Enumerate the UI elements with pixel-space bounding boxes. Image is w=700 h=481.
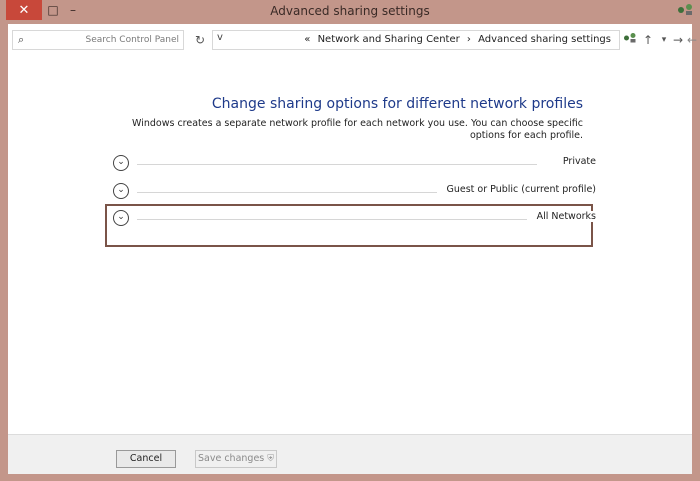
window-title: Advanced sharing settings xyxy=(270,4,430,18)
section-divider xyxy=(137,192,437,193)
expand-chevron-icon[interactable]: ⌄ xyxy=(113,183,129,199)
footer-bar: Cancel Save changes ⛨ xyxy=(8,434,692,474)
network-icon xyxy=(676,3,694,19)
title-bar[interactable]: ✕ □ – Advanced sharing settings xyxy=(0,0,700,24)
breadcrumb-item-network-and-sharing-center[interactable]: Network and Sharing Center xyxy=(318,34,460,45)
page-description: Windows creates a separate network profi… xyxy=(132,118,583,141)
client-area: ⌕ ↻ v « Network and Sharing Center › Adv… xyxy=(8,24,697,474)
search-input[interactable] xyxy=(35,32,179,48)
back-button[interactable]: ← xyxy=(684,32,700,48)
cancel-button[interactable]: Cancel xyxy=(116,450,176,468)
section-label-all-networks[interactable]: All Networks xyxy=(530,211,596,222)
section-divider xyxy=(137,219,527,220)
address-bar[interactable]: v « Network and Sharing Center › Advance… xyxy=(212,30,620,50)
section-guest-public[interactable]: ⌄ Guest or Public (current profile) xyxy=(113,182,596,202)
section-divider xyxy=(137,164,537,165)
section-all-networks[interactable]: ⌄ All Networks xyxy=(113,209,596,229)
save-changes-button[interactable]: Save changes ⛨ xyxy=(195,450,277,468)
breadcrumb-separator[interactable]: › xyxy=(467,34,471,45)
location-network-icon xyxy=(622,32,638,48)
search-box[interactable]: ⌕ xyxy=(12,30,184,50)
address-dropdown-icon[interactable]: v xyxy=(217,32,223,43)
section-label-private[interactable]: Private xyxy=(556,156,596,167)
breadcrumb-item-advanced-sharing-settings[interactable]: Advanced sharing settings xyxy=(478,34,611,45)
content-area: Change sharing options for different net… xyxy=(8,54,692,434)
save-changes-label: Save changes xyxy=(197,453,265,464)
up-arrow-icon[interactable]: ↑ xyxy=(640,32,656,48)
section-label-guest-public[interactable]: Guest or Public (current profile) xyxy=(440,184,596,195)
search-icon: ⌕ xyxy=(18,33,25,46)
navigation-bar: ⌕ ↻ v « Network and Sharing Center › Adv… xyxy=(8,29,697,53)
window: ✕ □ – Advanced sharing settings ⌕ ↻ v « … xyxy=(0,0,700,481)
shield-icon: ⛨ xyxy=(267,454,274,464)
breadcrumb: « Network and Sharing Center › Advanced … xyxy=(302,34,613,45)
breadcrumb-prefix[interactable]: « xyxy=(304,34,310,45)
expand-chevron-icon[interactable]: ⌄ xyxy=(113,210,129,226)
refresh-button[interactable]: ↻ xyxy=(192,32,208,48)
section-private[interactable]: ⌄ Private xyxy=(113,154,596,174)
page-heading: Change sharing options for different net… xyxy=(211,96,583,112)
expand-chevron-icon[interactable]: ⌄ xyxy=(113,155,129,171)
